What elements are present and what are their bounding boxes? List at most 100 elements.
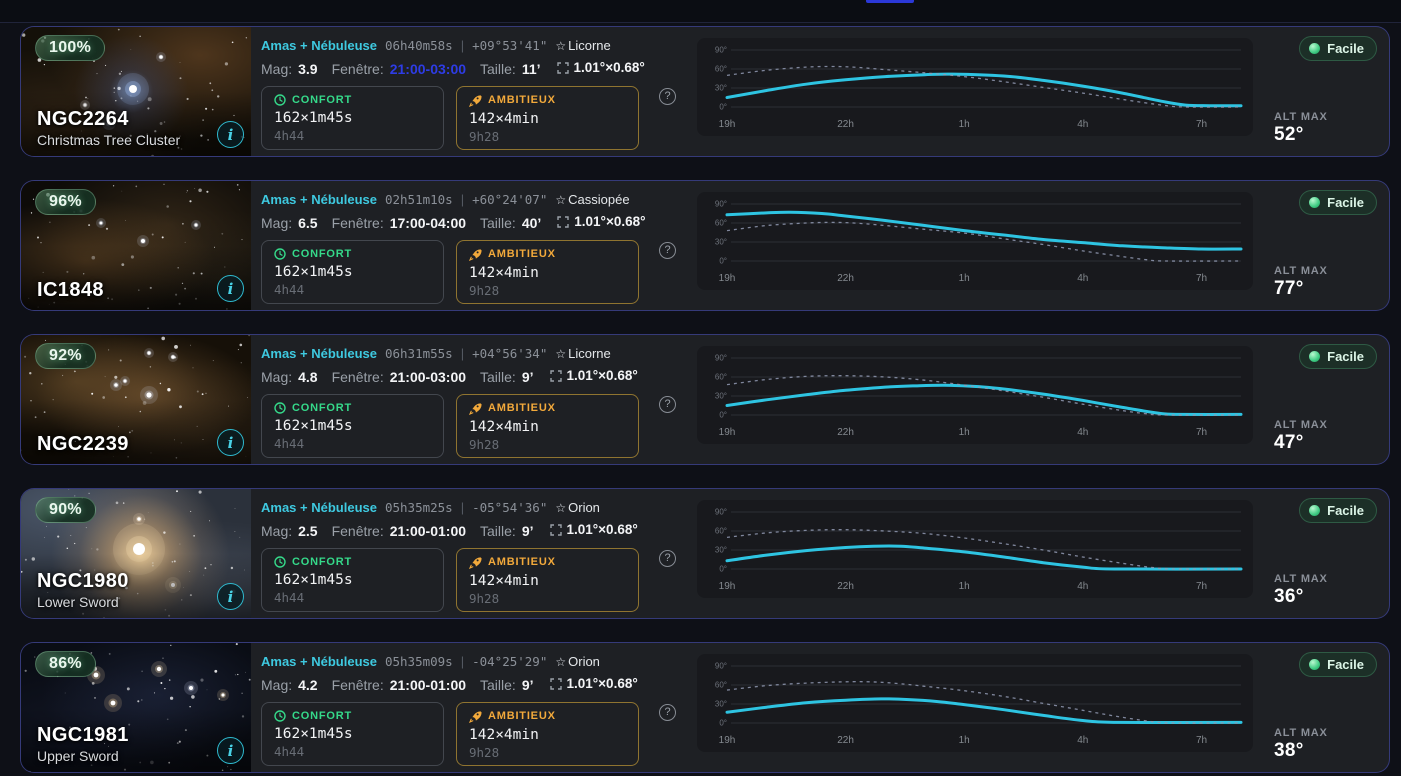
stats-row: Mag: 4.8 Fenêtre: 21:00-03:00 Taille: 9’ 1.…: [261, 368, 676, 385]
info-button[interactable]: i: [217, 737, 244, 764]
ambitieux-total: 9h28: [469, 436, 500, 452]
svg-text:1h: 1h: [959, 581, 970, 592]
magnitude-value: 4.8: [298, 368, 318, 385]
type-coordinates-row: Amas + Nébuleuse 05h35m09s | -04°25'29" …: [261, 654, 676, 669]
confort-plan[interactable]: CONFORT 162×1m45s 4h44: [261, 85, 444, 150]
svg-text:4h: 4h: [1077, 273, 1088, 284]
info-button[interactable]: i: [217, 583, 244, 610]
confort-exposure: 162×1m45s: [274, 725, 353, 742]
dec-value: +60°24'07": [472, 192, 548, 207]
ra-value: 06h31m55s: [384, 346, 453, 361]
altitude-chart: 90° 60° 30° 0° 19h 22h 1h 4h 7h: [697, 346, 1253, 444]
info-button[interactable]: i: [217, 121, 244, 148]
window-value: 21:00-03:00: [389, 60, 467, 77]
help-icon[interactable]: ?: [659, 549, 676, 567]
object-card[interactable]: 92% NGC2239 i Amas + Nébuleuse 06h31m55s…: [20, 334, 1390, 465]
score-badge: 100%: [35, 35, 106, 61]
fov-value: 1.01°×0.68°: [566, 676, 638, 691]
help-icon[interactable]: ?: [659, 87, 676, 105]
ambitieux-plan[interactable]: AMBITIEUX 142×4min 9h28: [456, 547, 639, 612]
top-bar: [0, 0, 1401, 22]
object-details: Amas + Nébuleuse 06h40m58s | +09°53'41" …: [251, 27, 676, 156]
object-card[interactable]: 86% NGC1981 Upper Sword i Amas + Nébuleu…: [20, 642, 1390, 773]
window-label: Fenêtre:: [331, 522, 384, 539]
object-names: NGC2264 Christmas Tree Cluster: [37, 108, 180, 148]
help-icon[interactable]: ?: [659, 241, 676, 259]
fov-value: 1.01°×0.68°: [574, 214, 646, 229]
altitude-chart: 90° 60° 30° 0° 19h 22h 1h 4h 7h: [697, 500, 1253, 598]
difficulty-dot-icon: [1309, 659, 1321, 670]
object-names: NGC1981 Upper Sword: [37, 724, 129, 764]
alt-max-block: ALT MAX 38°: [1274, 727, 1328, 762]
object-card[interactable]: 100% NGC2264 Christmas Tree Cluster i Am…: [20, 26, 1390, 157]
confort-header: CONFORT: [274, 94, 431, 106]
svg-text:0°: 0°: [719, 103, 727, 112]
mag-label: Mag:: [261, 368, 293, 385]
ambitieux-exposure: 142×4min: [469, 726, 539, 743]
stats-row: Mag: 3.9 Fenêtre: 21:00-03:00 Taille: 11’ 1…: [261, 60, 676, 77]
type-coordinates-row: Amas + Nébuleuse 06h31m55s | +04°56'34" …: [261, 346, 676, 361]
confort-plan[interactable]: CONFORT 162×1m45s 4h44: [261, 393, 444, 458]
ambitieux-plan[interactable]: AMBITIEUX 142×4min 9h28: [456, 393, 639, 458]
object-card[interactable]: 90% NGC1980 Lower Sword i Amas + Nébuleu…: [20, 488, 1390, 619]
target-list: 100% NGC2264 Christmas Tree Cluster i Am…: [0, 22, 1401, 776]
size-value: 9’: [521, 676, 534, 693]
info-button[interactable]: i: [217, 429, 244, 456]
difficulty-badge[interactable]: Facile: [1299, 344, 1377, 369]
confort-header: CONFORT: [274, 556, 431, 568]
ambitieux-header: AMBITIEUX: [469, 556, 626, 569]
info-button[interactable]: i: [217, 275, 244, 302]
size-label: Taille:: [480, 368, 516, 385]
mag-label: Mag:: [261, 214, 293, 231]
svg-text:4h: 4h: [1077, 119, 1088, 130]
confort-plan[interactable]: CONFORT 162×1m45s 4h44: [261, 547, 444, 612]
difficulty-badge[interactable]: Facile: [1299, 652, 1377, 677]
svg-text:22h: 22h: [837, 119, 854, 130]
help-icon[interactable]: ?: [659, 703, 676, 721]
ambitieux-plan[interactable]: AMBITIEUX 142×4min 9h28: [456, 85, 639, 150]
object-details: Amas + Nébuleuse 05h35m09s | -04°25'29" …: [251, 643, 676, 772]
confort-plan[interactable]: CONFORT 162×1m45s 4h44: [261, 239, 444, 304]
alt-max-label: ALT MAX: [1274, 265, 1328, 277]
ra-value: 06h40m58s: [384, 38, 453, 53]
svg-text:7h: 7h: [1196, 735, 1207, 746]
difficulty-badge[interactable]: Facile: [1299, 498, 1377, 523]
dec-value: -04°25'29": [472, 654, 548, 669]
ra-value: 05h35m25s: [384, 500, 453, 515]
alt-max-block: ALT MAX 52°: [1274, 111, 1328, 146]
confort-total: 4h44: [274, 281, 305, 297]
svg-text:60°: 60°: [715, 527, 727, 536]
object-names: NGC2239: [37, 433, 129, 456]
score-badge: 86%: [35, 651, 96, 677]
difficulty-badge[interactable]: Facile: [1299, 190, 1377, 215]
stats-row: Mag: 2.5 Fenêtre: 21:00-01:00 Taille: 9’ 1.…: [261, 522, 676, 539]
svg-text:30°: 30°: [715, 238, 727, 247]
ra-value: 05h35m09s: [384, 654, 453, 669]
rocket-icon: [469, 402, 482, 415]
size-label: Taille:: [480, 60, 516, 77]
svg-text:90°: 90°: [715, 662, 727, 671]
ambitieux-plan[interactable]: AMBITIEUX 142×4min 9h28: [456, 701, 639, 766]
constellation-name: Cassiopée: [568, 192, 630, 207]
object-image: 86% NGC1981 Upper Sword i: [21, 643, 251, 772]
object-type: Amas + Nébuleuse: [261, 346, 377, 361]
object-type: Amas + Nébuleuse: [261, 38, 377, 53]
difficulty-badge[interactable]: Facile: [1299, 36, 1377, 61]
magnitude-value: 2.5: [298, 522, 318, 539]
constellation: ☆ Orion: [555, 654, 600, 669]
object-card[interactable]: 96% IC1848 i Amas + Nébuleuse 02h51m10s …: [20, 180, 1390, 311]
confort-label: CONFORT: [292, 709, 352, 722]
star-icon: ☆: [555, 501, 567, 515]
ambitieux-header: AMBITIEUX: [469, 248, 626, 261]
svg-text:19h: 19h: [719, 735, 736, 746]
clock-icon: [274, 93, 286, 106]
object-type: Amas + Nébuleuse: [261, 500, 377, 515]
ambitieux-header: AMBITIEUX: [469, 402, 626, 415]
help-icon[interactable]: ?: [659, 395, 676, 413]
difficulty-label: Facile: [1327, 657, 1364, 672]
alt-max-label: ALT MAX: [1274, 111, 1328, 123]
confort-plan[interactable]: CONFORT 162×1m45s 4h44: [261, 701, 444, 766]
object-details: Amas + Nébuleuse 06h31m55s | +04°56'34" …: [251, 335, 676, 464]
ambitieux-plan[interactable]: AMBITIEUX 142×4min 9h28: [456, 239, 639, 304]
stats-row: Mag: 6.5 Fenêtre: 17:00-04:00 Taille: 40’ 1…: [261, 214, 676, 231]
